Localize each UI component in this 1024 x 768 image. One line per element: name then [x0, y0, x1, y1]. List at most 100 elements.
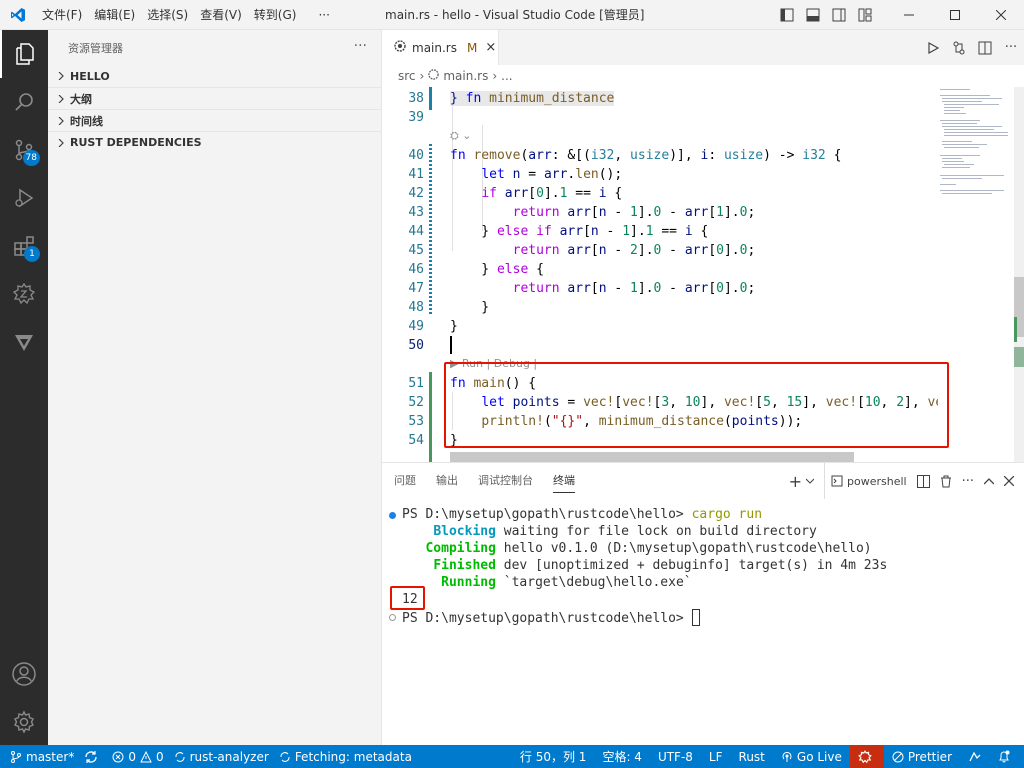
indentation[interactable]: 空格: 4: [594, 745, 650, 768]
tab-output[interactable]: 输出: [436, 463, 458, 499]
editor-more-icon[interactable]: ···: [998, 30, 1024, 65]
minimize-icon[interactable]: [886, 0, 932, 30]
triangle-extension-icon[interactable]: [0, 318, 48, 366]
tab-debug-console[interactable]: 调试控制台: [478, 463, 533, 499]
close-tab-icon[interactable]: ×: [485, 40, 496, 55]
menu-goto[interactable]: 转到(G): [248, 0, 303, 30]
fetching-status[interactable]: Fetching: metadata: [274, 745, 417, 768]
powershell-terminal-button[interactable]: powershell: [824, 463, 907, 499]
terminal-line: Finished dev [unoptimized + debuginfo] t…: [433, 558, 888, 573]
chevron-right-icon: [54, 69, 68, 83]
cursor-position[interactable]: 行 50，列 1: [512, 745, 595, 768]
rust-status-icon[interactable]: [849, 745, 884, 768]
line-number: 46: [408, 262, 424, 277]
section-timeline[interactable]: 时间线: [48, 109, 381, 131]
line-number: 40: [408, 148, 424, 163]
explorer-more-button[interactable]: ···: [354, 38, 367, 54]
split-editor-icon[interactable]: [972, 30, 998, 65]
language-mode[interactable]: Rust: [731, 745, 773, 768]
toggle-sidebar-icon[interactable]: [774, 0, 800, 30]
source-control-icon[interactable]: 78: [0, 126, 48, 174]
added-gutter-mark: [429, 392, 432, 462]
rust-icon[interactable]: [0, 270, 48, 318]
terminal-line: Blocking waiting for file lock on build …: [433, 524, 817, 539]
panel-more-icon[interactable]: ···: [962, 463, 974, 499]
line-number: 47: [408, 281, 424, 296]
rust-file-icon: [394, 40, 406, 55]
editor-tabs: main.rs M × ···: [382, 30, 1024, 65]
line-number: 54: [408, 433, 424, 448]
feedback-icon[interactable]: [960, 745, 994, 768]
menu-more[interactable]: ···: [312, 0, 335, 30]
run-file-icon[interactable]: [920, 30, 946, 65]
notifications-bell-icon[interactable]: [994, 745, 1024, 768]
code-line: }: [450, 319, 458, 334]
breadcrumb-file[interactable]: main.rs: [443, 69, 488, 83]
menu-selection[interactable]: 选择(S): [141, 0, 194, 30]
trash-icon[interactable]: [940, 463, 952, 499]
problems-status[interactable]: 0 0: [107, 745, 168, 768]
close-window-icon[interactable]: [978, 0, 1024, 30]
extensions-icon[interactable]: 1: [0, 222, 48, 270]
chevron-right-icon: ›: [492, 69, 498, 83]
line-number: 49: [408, 319, 424, 334]
section-hello[interactable]: HELLO: [48, 65, 381, 87]
line-number: 45: [408, 243, 424, 258]
breadcrumb-symbol[interactable]: ...: [501, 69, 512, 83]
new-terminal-icon[interactable]: +: [789, 463, 802, 499]
rust-analyzer-status[interactable]: rust-analyzer: [169, 745, 274, 768]
run-debug-icon[interactable]: [0, 174, 48, 222]
code-line: } fn minimum_distance: [450, 91, 615, 106]
activity-bar: 78 1: [0, 30, 48, 745]
chevron-right-icon: [54, 92, 68, 106]
settings-gear-icon[interactable]: [0, 698, 48, 746]
line-number: 52: [408, 395, 424, 410]
status-bar: master* 0 0 rust-analyzer Fetching: meta…: [0, 745, 1024, 768]
menu-edit[interactable]: 编辑(E): [88, 0, 141, 30]
tab-problems[interactable]: 问题: [394, 463, 416, 499]
line-number: 39: [408, 110, 424, 125]
sync-icon[interactable]: [79, 745, 107, 768]
prettier-status[interactable]: Prettier: [884, 745, 960, 768]
menu-view[interactable]: 查看(V): [194, 0, 248, 30]
close-panel-icon[interactable]: [1004, 463, 1014, 499]
tab-main-rs[interactable]: main.rs M ×: [382, 30, 499, 65]
explorer-icon[interactable]: [0, 30, 48, 78]
search-icon[interactable]: [0, 78, 48, 126]
minimap[interactable]: [938, 87, 1014, 462]
code-line: return arr[n - 1].0 - arr[1].0;: [512, 205, 756, 220]
toggle-secondary-sidebar-icon[interactable]: [826, 0, 852, 30]
maximize-panel-icon[interactable]: [984, 463, 994, 499]
section-outline[interactable]: 大纲: [48, 87, 381, 109]
end-of-line[interactable]: LF: [701, 745, 731, 768]
vertical-scrollbar[interactable]: [1014, 87, 1024, 462]
split-terminal-icon[interactable]: [916, 463, 930, 499]
command-success-dot: [389, 512, 396, 519]
menu-file[interactable]: 文件(F): [36, 0, 88, 30]
code-line: return arr[n - 2].0 - arr[0].0;: [512, 243, 756, 258]
explorer-title: 资源管理器: [68, 41, 123, 55]
account-icon[interactable]: [0, 650, 48, 698]
line-number: 38: [408, 91, 424, 106]
codelens-rust-icon[interactable]: ⛭ ⌄: [450, 129, 472, 143]
git-branch[interactable]: master*: [0, 745, 79, 768]
code-line: } else if arr[n - 1].1 == i {: [450, 224, 709, 239]
go-live-button[interactable]: Go Live: [773, 745, 850, 768]
section-rust-dependencies[interactable]: RUST DEPENDENCIES: [48, 131, 381, 153]
menu-bar: 文件(F) 编辑(E) 选择(S) 查看(V) 转到(G) ···: [36, 0, 336, 30]
line-number: 43: [408, 205, 424, 220]
toggle-panel-icon[interactable]: [800, 0, 826, 30]
terminal-line: PS D:\mysetup\gopath\rustcode\hello> car…: [402, 507, 763, 522]
code-line: return arr[n - 1].0 - arr[0].0;: [512, 281, 756, 296]
bottom-panel: 问题 输出 调试控制台 终端 + powershell ··· PS D:\my…: [382, 462, 1024, 745]
horizontal-scrollbar[interactable]: [450, 452, 854, 462]
prohibited-icon: [892, 751, 904, 762]
maximize-icon[interactable]: [932, 0, 978, 30]
customize-layout-icon[interactable]: [852, 0, 878, 30]
breadcrumb-src[interactable]: src: [398, 69, 416, 83]
open-changes-icon[interactable]: [946, 30, 972, 65]
tab-terminal[interactable]: 终端: [553, 463, 575, 499]
encoding[interactable]: UTF-8: [650, 745, 701, 768]
chevron-down-icon[interactable]: [806, 463, 814, 499]
explorer-sidebar: 资源管理器 ··· HELLO 大纲 时间线 RUST DEPENDENCIES: [48, 30, 382, 745]
